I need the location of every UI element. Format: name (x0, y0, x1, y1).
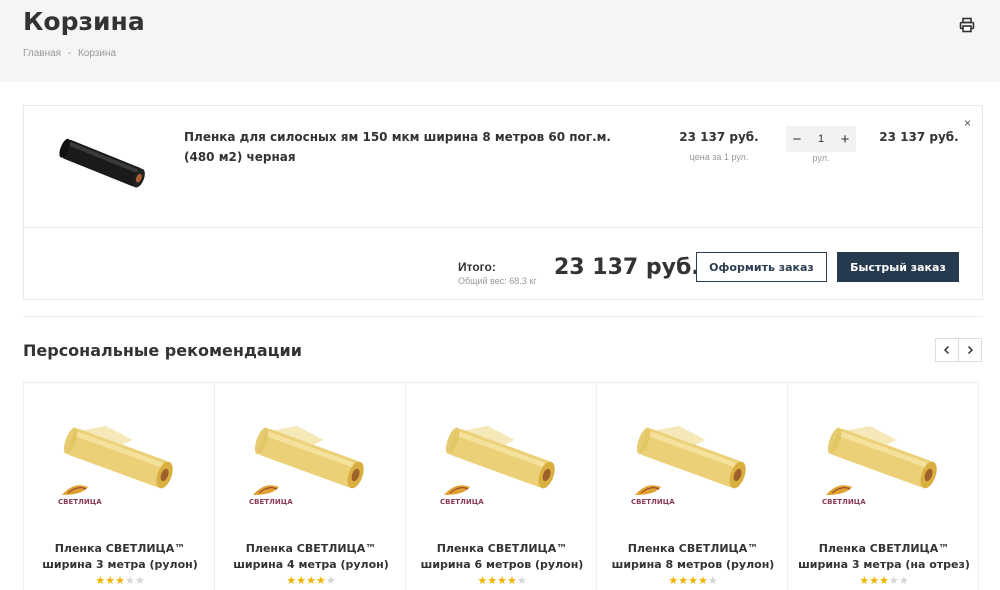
star-empty-icon: ★ (516, 575, 527, 587)
page-title: Корзина (23, 7, 145, 36)
star-filled-icon: ★ (859, 575, 870, 587)
total-label: Итого: (458, 260, 496, 274)
star-empty-icon: ★ (898, 575, 909, 587)
chevron-right-icon[interactable] (958, 338, 982, 362)
yellow-film-roll-image: СВЕТЛИЦА (818, 423, 950, 513)
product-card-name[interactable]: Пленка СВЕТЛИЦА™ ширина 6 метров (рулон) (412, 541, 592, 573)
breadcrumb-current: Корзина (77, 48, 117, 59)
product-name-link[interactable]: Пленка для силосных ям 150 мкм ширина 8 … (184, 127, 614, 167)
product-card[interactable]: СВЕТЛИЦА Пленка СВЕТЛИЦА™ ширина 3 метра… (23, 382, 215, 590)
quantity-unit: рул. (812, 153, 830, 163)
yellow-film-roll-image: СВЕТЛИЦА (627, 423, 759, 513)
star-filled-icon: ★ (869, 575, 880, 587)
product-card[interactable]: СВЕТЛИЦА Пленка СВЕТЛИЦА™ ширина 8 метро… (596, 382, 788, 590)
product-card[interactable]: СВЕТЛИЦА Пленка СВЕТЛИЦА™ ширина 6 метро… (405, 382, 597, 590)
total-sum: 23 137 руб. (554, 255, 700, 280)
star-filled-icon: ★ (697, 575, 708, 587)
star-filled-icon: ★ (497, 575, 507, 587)
breadcrumb-home-link[interactable]: Главная (23, 48, 61, 59)
unit-price: 23 137 руб. (679, 130, 759, 144)
rating-stars: ★★★★★ (597, 574, 789, 587)
star-filled-icon: ★ (296, 575, 307, 587)
close-icon[interactable]: × (964, 116, 971, 130)
total-weight: Общий вес: 68.3 кг (458, 276, 537, 286)
product-card-name[interactable]: Пленка СВЕТЛИЦА™ ширина 8 метров (рулон) (603, 541, 783, 573)
breadcrumb: Главная - Корзина (23, 48, 120, 59)
printer-icon[interactable] (959, 17, 975, 33)
svg-text:СВЕТЛИЦА: СВЕТЛИЦА (58, 498, 102, 506)
line-total: 23 137 руб. (879, 130, 959, 144)
divider (24, 227, 982, 228)
star-filled-icon: ★ (688, 575, 698, 587)
cart-box: Пленка для силосных ям 150 мкм ширина 8 … (23, 105, 983, 300)
svg-text:СВЕТЛИЦА: СВЕТЛИЦА (440, 498, 484, 506)
minus-icon[interactable]: − (786, 126, 808, 152)
product-card[interactable]: СВЕТЛИЦА Пленка СВЕТЛИЦА™ ширина 3 метра… (787, 382, 979, 590)
rating-stars: ★★★★★ (24, 574, 216, 587)
black-film-roll-image[interactable] (54, 128, 154, 198)
plus-icon[interactable]: + (834, 126, 856, 152)
yellow-film-roll-image: СВЕТЛИЦА (436, 423, 568, 513)
product-card-name[interactable]: Пленка СВЕТЛИЦА™ ширина 3 метра (на отре… (794, 541, 974, 573)
star-filled-icon: ★ (506, 575, 517, 587)
quantity-value[interactable]: 1 (818, 133, 824, 145)
product-card-name[interactable]: Пленка СВЕТЛИЦА™ ширина 3 метра (рулон) (30, 541, 210, 573)
star-filled-icon: ★ (487, 575, 498, 587)
star-filled-icon: ★ (477, 575, 488, 587)
star-filled-icon: ★ (678, 575, 689, 587)
yellow-film-roll-image: СВЕТЛИЦА (54, 423, 186, 513)
star-filled-icon: ★ (115, 575, 125, 587)
star-empty-icon: ★ (707, 575, 718, 587)
breadcrumb-separator: - (67, 48, 72, 59)
yellow-film-roll-image: СВЕТЛИЦА (245, 423, 377, 513)
star-filled-icon: ★ (286, 575, 297, 587)
product-card[interactable]: СВЕТЛИЦА Пленка СВЕТЛИЦА™ ширина 4 метра… (214, 382, 406, 590)
star-filled-icon: ★ (95, 575, 106, 587)
star-filled-icon: ★ (315, 575, 326, 587)
star-empty-icon: ★ (325, 575, 336, 587)
rating-stars: ★★★★★ (788, 574, 980, 587)
quick-order-button[interactable]: Быстрый заказ (837, 252, 959, 282)
svg-text:СВЕТЛИЦА: СВЕТЛИЦА (631, 498, 675, 506)
product-card-name[interactable]: Пленка СВЕТЛИЦА™ ширина 4 метра (рулон) (221, 541, 401, 573)
star-empty-icon: ★ (134, 575, 145, 587)
rating-stars: ★★★★★ (215, 574, 407, 587)
svg-text:СВЕТЛИЦА: СВЕТЛИЦА (822, 498, 866, 506)
svg-text:СВЕТЛИЦА: СВЕТЛИЦА (249, 498, 293, 506)
star-filled-icon: ★ (668, 575, 679, 587)
rating-stars: ★★★★★ (406, 574, 598, 587)
recommendations-title: Персональные рекомендации (23, 341, 302, 360)
recommendations-carousel: СВЕТЛИЦА Пленка СВЕТЛИЦА™ ширина 3 метра… (23, 382, 983, 590)
quantity-stepper: − 1 + (786, 126, 856, 152)
star-filled-icon: ★ (306, 575, 316, 587)
star-empty-icon: ★ (888, 575, 899, 587)
price-note: цена за 1 рул. (689, 152, 749, 162)
page-header: Корзина Главная - Корзина (0, 0, 1000, 82)
divider (23, 316, 983, 317)
checkout-button[interactable]: Оформить заказ (696, 252, 827, 282)
star-filled-icon: ★ (879, 575, 889, 587)
chevron-left-icon[interactable] (935, 338, 959, 362)
star-filled-icon: ★ (105, 575, 116, 587)
star-empty-icon: ★ (124, 575, 135, 587)
